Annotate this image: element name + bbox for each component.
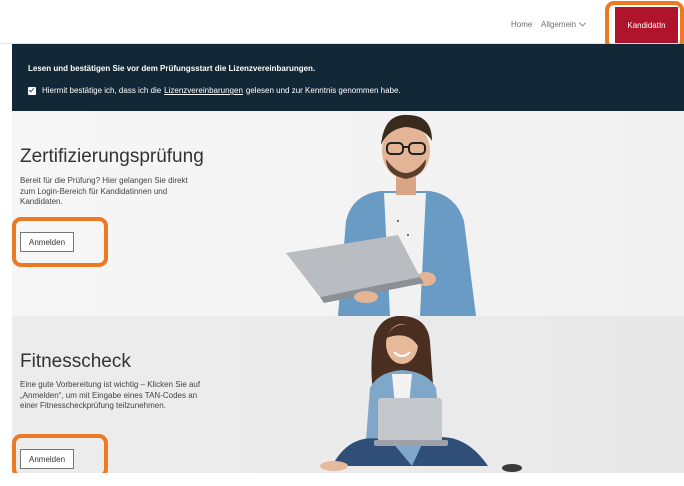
section-description: Eine gute Vorbereitung ist wichtig – Kli…: [20, 380, 201, 410]
top-navigation: Home Allgemein KandidatIn: [0, 0, 684, 50]
nav-allgemein-dropdown[interactable]: Allgemein: [541, 19, 587, 29]
license-confirm-text-after: gelesen und zur Kenntnis genommen habe.: [245, 86, 401, 95]
section-title: Zertifizierungsprüfung: [20, 146, 204, 167]
license-checkbox[interactable]: [28, 86, 36, 95]
highlight-anmelden: [12, 217, 108, 267]
woman-with-laptop-image: [320, 316, 522, 472]
nav-allgemein-label: Allgemein: [541, 20, 577, 29]
license-agreements-link[interactable]: Lizenzvereinbarungen: [164, 86, 243, 95]
chevron-down-icon: [579, 19, 587, 27]
section-zertifizierungspruefung: Zertifizierungsprüfung Bereit für die Pr…: [12, 111, 684, 316]
license-confirm-row: Hiermit bestätige ich, dass ich die Lize…: [28, 86, 401, 95]
section-title: Fitnesscheck: [20, 351, 131, 372]
footer-band: [0, 473, 684, 486]
license-banner-title: Lesen und bestätigen Sie vor dem Prüfung…: [28, 64, 316, 73]
man-with-laptop-image: [286, 114, 476, 316]
page-left-margin: [0, 0, 12, 486]
nav-home-link[interactable]: Home: [511, 20, 532, 29]
highlight-anmelden: [12, 434, 108, 473]
section-fitnesscheck: Fitnesscheck Eine gute Vorbereitung ist …: [12, 316, 684, 473]
section-description: Bereit für die Prüfung? Hier gelangen Si…: [20, 176, 188, 206]
license-confirm-text-before: Hiermit bestätige ich, dass ich die: [42, 86, 162, 95]
license-banner: Lesen und bestätigen Sie vor dem Prüfung…: [12, 44, 684, 111]
highlight-kandidatin: [605, 1, 684, 50]
